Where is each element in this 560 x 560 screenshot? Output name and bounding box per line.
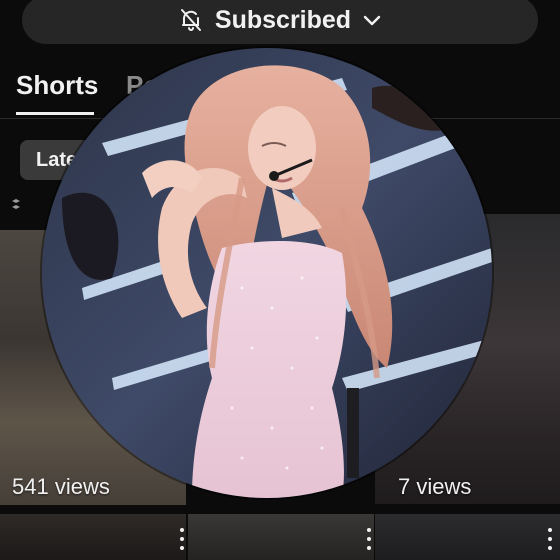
shorts-icon	[12, 199, 20, 209]
active-tab-indicator	[16, 112, 94, 115]
short-thumbnail[interactable]	[188, 514, 374, 560]
subscribed-label: Subscribed	[214, 5, 352, 34]
channel-avatar	[42, 48, 492, 498]
more-options-icon[interactable]	[367, 528, 373, 550]
short-view-count: 541 views	[12, 474, 110, 499]
short-thumbnail[interactable]	[375, 514, 560, 560]
more-options-icon[interactable]	[548, 528, 554, 550]
more-options-icon[interactable]	[180, 528, 186, 550]
short-thumbnail[interactable]	[0, 514, 186, 560]
short-view-count: 7 views	[398, 474, 472, 499]
tab-shorts[interactable]: Shorts	[16, 70, 98, 101]
notifications-off-icon	[179, 7, 203, 33]
chevron-down-icon	[363, 14, 381, 26]
subscribed-button[interactable]: Subscribed	[22, 0, 538, 44]
